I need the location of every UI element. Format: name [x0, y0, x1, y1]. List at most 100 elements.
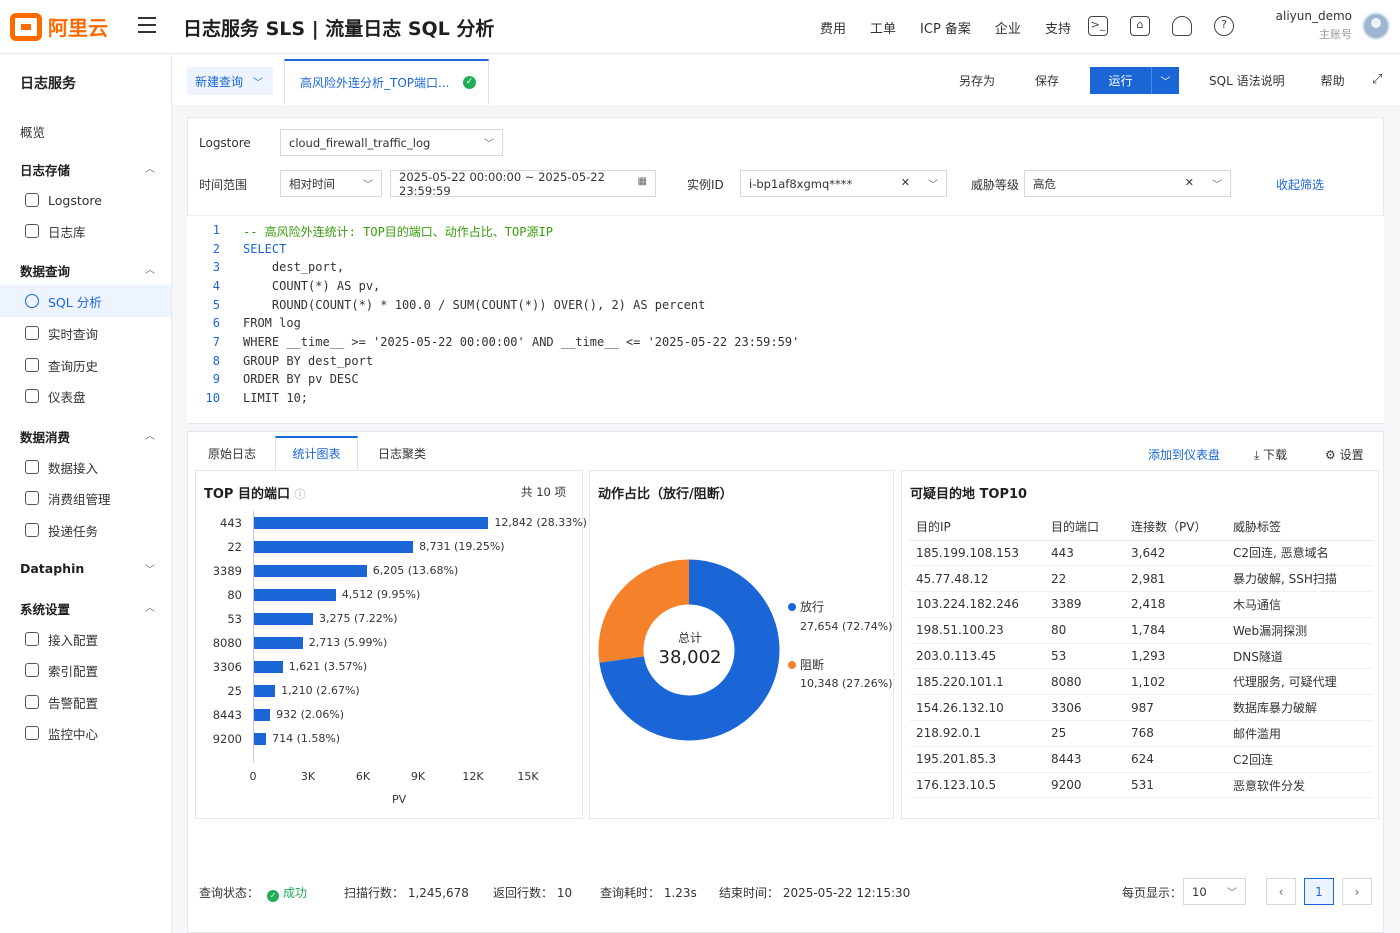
table-cell: 25	[1045, 720, 1125, 747]
logstore-select[interactable]: cloud_firewall_traffic_log ﹀	[280, 129, 503, 156]
sidebar-item-consumer-group[interactable]: 消费组管理	[0, 482, 171, 514]
nav-support[interactable]: 支持	[1045, 18, 1071, 37]
time-mode-select[interactable]: 相对时间 ﹀	[280, 170, 382, 197]
sidebar-item-logstore[interactable]: Logstore	[0, 184, 171, 216]
nav-icp[interactable]: ICP 备案	[920, 18, 971, 37]
add-to-dashboard-link[interactable]: 添加到仪表盘	[1148, 446, 1220, 463]
threat-level-select[interactable]: 高危 ✕ ﹀	[1024, 170, 1231, 197]
x-tick-label: 0	[249, 770, 257, 783]
donut-center-label: 总计	[677, 631, 702, 645]
tab-active-query[interactable]: 高风险外连分析_TOP端口... ✓	[284, 59, 489, 105]
clear-icon[interactable]: ✕	[1185, 176, 1194, 189]
bell-icon[interactable]	[1172, 16, 1192, 36]
table-row[interactable]: 176.123.10.5 9200 531 恶意软件分发	[910, 772, 1373, 799]
sidebar-group-storage[interactable]: 日志存储 ︿	[20, 160, 155, 179]
sidebar-group-consume[interactable]: 数据消费 ︿	[20, 427, 155, 446]
page-size-select[interactable]: 10 ﹀	[1183, 878, 1246, 905]
sql-editor[interactable]: 1 -- 高风险外连统计: TOP目的端口、动作占比、TOP源IP 2 SELECT…	[187, 215, 1384, 423]
sql-syntax-link[interactable]: SQL 语法说明	[1209, 72, 1285, 89]
code-line: 5 ROUND(COUNT(*) * 100.0 / SUM(COUNT(*))…	[212, 298, 706, 312]
table-row[interactable]: 103.224.182.246 3389 2,418 木马通信	[910, 591, 1373, 618]
table-cell: 768	[1125, 720, 1227, 747]
menu-icon[interactable]	[138, 17, 156, 33]
x-tick-label: 3K	[300, 770, 316, 783]
table-row[interactable]: 198.51.100.23 80 1,784 Web漏洞探测	[910, 617, 1373, 644]
table-row[interactable]: 154.26.132.10 3306 987 数据库暴力破解	[910, 694, 1373, 722]
bar[interactable]	[253, 733, 267, 745]
sidebar-group-dataphin[interactable]: Dataphin ﹀	[20, 561, 155, 576]
sidebar-item-delivery[interactable]: 投递任务	[0, 514, 171, 546]
tab-log-clustering[interactable]: 日志聚类	[366, 436, 438, 470]
sidebar-item-overview[interactable]: 概览	[20, 122, 45, 141]
tab-charts[interactable]: 统计图表	[275, 436, 358, 470]
table-cell: 数据库暴力破解	[1227, 694, 1373, 722]
bar[interactable]	[253, 709, 271, 721]
status-value: ✓ 成功	[267, 884, 307, 902]
sidebar-item-ingest[interactable]: 数据接入	[0, 451, 171, 483]
sidebar-item-realtime[interactable]: 实时查询	[0, 317, 171, 349]
sidebar-group-settings[interactable]: 系统设置 ︿	[20, 599, 155, 618]
bar[interactable]	[253, 661, 283, 673]
table-row[interactable]: 185.199.108.153 443 3,642 C2回连, 恶意域名	[910, 540, 1373, 567]
clear-icon[interactable]: ✕	[901, 176, 910, 189]
tab-raw-logs[interactable]: 原始日志	[196, 436, 268, 470]
bar-data-label: 8,731 (19.25%)	[419, 540, 505, 553]
save-as-button[interactable]: 另存为	[959, 72, 995, 89]
table-row[interactable]: 218.92.0.1 25 768 邮件滥用	[910, 720, 1373, 747]
status-label: 查询状态：	[199, 886, 260, 900]
sidebar-item-index-config[interactable]: 索引配置	[0, 654, 171, 686]
sidebar-item-logdb[interactable]: 日志库	[0, 215, 171, 247]
sidebar-group-query[interactable]: 数据查询 ︿	[20, 261, 155, 280]
page-button[interactable]: 1	[1304, 878, 1334, 905]
time-range-picker[interactable]: 2025-05-22 00:00:00 ~ 2025-05-22 23:59:5…	[390, 170, 656, 198]
bar[interactable]	[253, 517, 489, 529]
nav-ticket[interactable]: 工单	[870, 18, 896, 37]
sidebar-item-dashboard[interactable]: 仪表盘	[0, 380, 171, 412]
table-cell: Web漏洞探测	[1227, 617, 1373, 644]
avatar[interactable]	[1362, 12, 1390, 40]
sidebar-item-monitor[interactable]: 监控中心	[0, 717, 171, 749]
table-row[interactable]: 195.201.85.3 8443 624 C2回连	[910, 746, 1373, 773]
aliyun-logo[interactable]: 阿里云	[10, 12, 108, 41]
save-button[interactable]: 保存	[1035, 72, 1059, 89]
next-page-button[interactable]: ›	[1342, 878, 1372, 905]
collapse-filter-link[interactable]: 收起筛选	[1276, 176, 1324, 193]
bar[interactable]	[253, 637, 303, 649]
prev-page-button[interactable]: ‹	[1266, 878, 1296, 905]
bar[interactable]	[253, 565, 367, 577]
table-row[interactable]: 203.0.113.45 53 1,293 DNS隧道	[910, 643, 1373, 670]
table-cell: C2回连, 恶意域名	[1227, 540, 1373, 567]
col-threat-tag: 威胁标签	[1227, 514, 1373, 541]
bar[interactable]	[253, 541, 414, 553]
expand-icon[interactable]: ⤢	[1372, 72, 1382, 87]
nav-billing[interactable]: 费用	[820, 18, 846, 37]
chart-title: 动作占比（放行/阻断）	[598, 487, 733, 502]
new-query-button[interactable]: 新建查询 ﹀	[187, 67, 273, 95]
settings-button[interactable]: ⚙ 设置	[1325, 446, 1364, 463]
table-cell: 53	[1045, 643, 1125, 670]
bar[interactable]	[253, 589, 336, 601]
sidebar-item-alert-config[interactable]: 告警配置	[0, 686, 171, 718]
terminal-icon[interactable]: >_	[1088, 16, 1108, 36]
table-cell: 203.0.113.45	[910, 643, 1045, 670]
sidebar-item-sql[interactable]: SQL 分析	[0, 285, 171, 317]
download-button[interactable]: ⤓ 下载	[1254, 446, 1287, 463]
table-row[interactable]: 45.77.48.12 22 2,981 暴力破解, SSH扫描	[910, 565, 1373, 593]
code-line: 6 FROM log	[212, 316, 301, 330]
bar[interactable]	[253, 613, 314, 625]
run-button[interactable]: 运行 ﹀	[1090, 67, 1179, 94]
instance-select[interactable]: i-bp1af8xgmq**** ✕ ﹀	[740, 170, 947, 197]
bar[interactable]	[253, 685, 276, 697]
sidebar-item-history[interactable]: 查询历史	[0, 349, 171, 381]
user-info[interactable]: aliyun_demo 主账号	[1270, 9, 1352, 42]
alert-bell-icon	[25, 695, 39, 709]
table-cell: 2,981	[1125, 565, 1227, 593]
sidebar-item-ingest-config[interactable]: 接入配置	[0, 623, 171, 655]
nav-enterprise[interactable]: 企业	[995, 18, 1021, 37]
top-nav: 费用 工单 ICP 备案 企业 支持	[820, 18, 1071, 37]
chevron-down-icon[interactable]: ﹀	[1152, 67, 1179, 94]
store-icon[interactable]: ⌂	[1130, 16, 1150, 36]
help-link[interactable]: 帮助	[1321, 72, 1345, 89]
help-icon[interactable]: ?	[1214, 16, 1234, 36]
table-row[interactable]: 185.220.101.1 8080 1,102 代理服务, 可疑代理	[910, 668, 1373, 696]
